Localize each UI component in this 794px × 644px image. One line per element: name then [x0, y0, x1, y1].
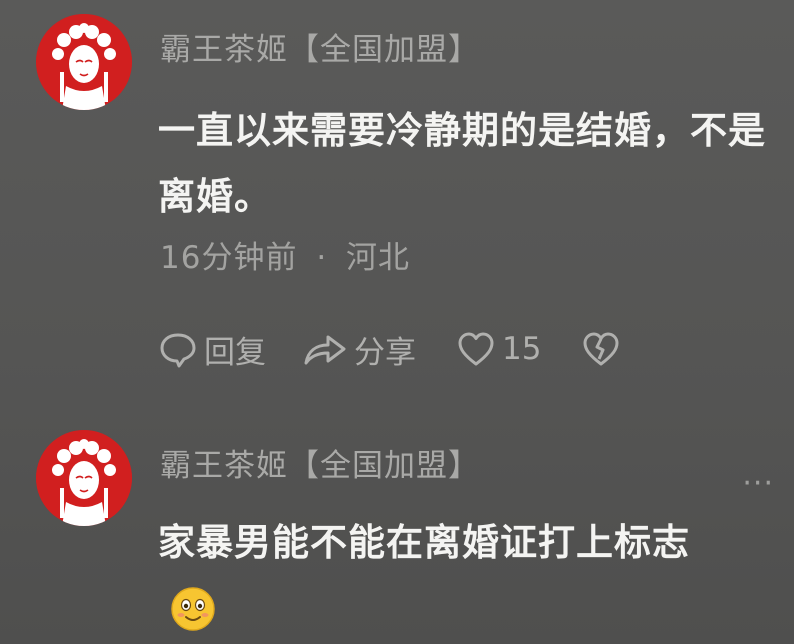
share-arrow-icon — [304, 335, 346, 365]
meta-separator: · — [316, 240, 328, 276]
more-options-button[interactable]: ··· — [742, 466, 774, 501]
dislike-button[interactable] — [581, 329, 627, 369]
avatar[interactable] — [36, 430, 132, 526]
timestamp: 16分钟前 — [160, 240, 298, 276]
comment-item: 霸王茶姬【全国加盟】 ··· 家暴男能不能在离婚证打上标志 — [0, 400, 794, 644]
reply-label: 回复 — [204, 334, 266, 371]
comment-actions: 回复 分享 15 — [158, 327, 627, 371]
comment-bubble-icon — [160, 333, 196, 368]
comment-text: 一直以来需要冷静期的是结婚，不是离婚。 — [158, 109, 766, 218]
avatar[interactable] — [36, 14, 132, 110]
location: 河北 — [346, 240, 411, 276]
username[interactable]: 霸王茶姬【全国加盟】 — [160, 30, 480, 70]
opera-face-icon — [36, 430, 132, 526]
share-label: 分享 — [354, 334, 416, 371]
smiling-face-emoji-icon — [171, 587, 215, 631]
comment-meta: 16分钟前 · 河北 — [160, 238, 410, 278]
comment-item: 霸王茶姬【全国加盟】 一直以来需要冷静期的是结婚，不是离婚。 16分钟前 · 河… — [0, 0, 794, 400]
reply-button[interactable]: 回复 — [158, 327, 266, 372]
comment-text: 家暴男能不能在离婚证打上标志 — [158, 521, 690, 564]
share-button[interactable]: 分享 — [302, 327, 416, 372]
opera-face-icon — [36, 14, 132, 110]
like-count: 15 — [502, 331, 542, 367]
username[interactable]: 霸王茶姬【全国加盟】 — [160, 446, 480, 486]
broken-heart-icon — [583, 332, 619, 366]
like-button[interactable]: 15 — [456, 329, 541, 369]
heart-icon — [458, 332, 494, 366]
